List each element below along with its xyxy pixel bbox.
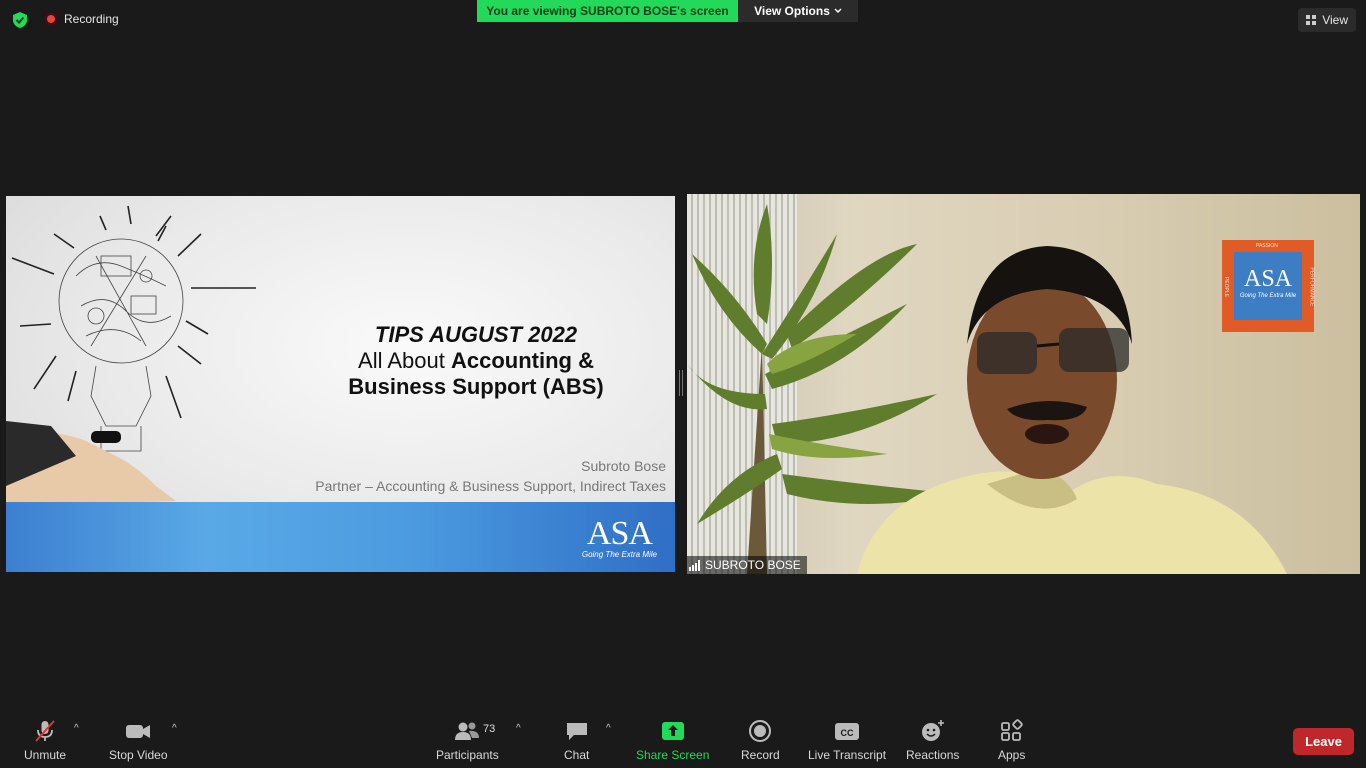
speaker-video-tile[interactable]: PASSION PEOPLE PERFORMANCE ASA Going The… <box>687 194 1360 574</box>
reactions-emoji-icon <box>921 720 944 741</box>
slide-title: TIPS AUGUST 2022 All About Accounting & … <box>306 322 646 400</box>
connection-signal-icon <box>689 559 700 571</box>
live-transcript-label: Live Transcript <box>808 748 887 762</box>
viewing-screen-banner: You are viewing SUBROTO BOSE's screen <box>477 0 738 22</box>
shared-screen-slide[interactable]: TIPS AUGUST 2022 All About Accounting & … <box>6 196 675 572</box>
slide-presenter-role: Partner – Accounting & Business Support,… <box>315 478 666 494</box>
svg-text:CC: CC <box>841 728 854 738</box>
participant-name-tag: SUBROTO BOSE <box>687 556 807 574</box>
record-button[interactable]: Record <box>741 719 780 762</box>
slide-title-line2-bold: Accounting & <box>450 348 594 373</box>
split-view-divider-handle[interactable] <box>679 370 683 396</box>
grid-view-icon <box>1306 15 1317 25</box>
apps-button[interactable]: Apps <box>998 719 1025 762</box>
share-screen-label: Share Screen <box>636 748 710 762</box>
slide-presenter-name: Subroto Bose <box>581 458 666 474</box>
asa-logo-tagline: Going The Extra Mile <box>581 550 657 559</box>
recording-indicator[interactable]: Recording <box>44 12 119 26</box>
view-button-label: View <box>1322 13 1348 27</box>
poster-top-text: PASSION <box>1256 243 1278 249</box>
share-screen-icon <box>661 722 684 740</box>
share-screen-button[interactable]: Share Screen <box>636 719 709 762</box>
asa-poster: PASSION PEOPLE PERFORMANCE ASA Going The… <box>1222 240 1314 332</box>
slide-title-line2: All About Accounting & <box>306 348 646 374</box>
chat-button[interactable]: Chat <box>564 719 589 762</box>
poster-logo-text: ASA <box>1243 266 1292 292</box>
poster-logo-panel: ASA Going The Extra Mile <box>1234 252 1302 320</box>
participants-options-caret-icon[interactable]: ^ <box>516 723 521 734</box>
participants-icon <box>455 722 480 740</box>
video-options-caret-icon[interactable]: ^ <box>172 723 177 734</box>
slide-footer-band: ASA Going The Extra Mile <box>6 502 675 572</box>
chevron-down-icon <box>834 8 842 14</box>
chat-label: Chat <box>564 748 590 762</box>
participant-name: SUBROTO BOSE <box>705 558 801 572</box>
closed-caption-icon: CC <box>835 723 860 740</box>
view-button[interactable]: View <box>1298 8 1356 32</box>
recording-icon <box>44 12 58 26</box>
poster-logo-tagline: Going The Extra Mile <box>1239 293 1297 299</box>
view-options-label: View Options <box>754 4 830 18</box>
poster-left-text: PEOPLE <box>1223 276 1230 298</box>
asa-logo-text: ASA <box>586 515 653 552</box>
apps-icon <box>1000 719 1023 741</box>
unmute-label: Unmute <box>24 748 67 762</box>
live-transcript-button[interactable]: CC Live Transcript <box>808 719 886 762</box>
viewing-banner-text: You are viewing SUBROTO BOSE's screen <box>486 4 729 18</box>
slide-presenter-info: Subroto Bose Partner – Accounting & Busi… <box>315 456 666 496</box>
slide-title-line3: Business Support (ABS) <box>348 374 604 399</box>
slide-title-line2-prefix: All About <box>358 348 451 373</box>
participants-count-badge: 73 <box>483 723 496 735</box>
slide-title-line1: TIPS AUGUST 2022 <box>374 322 578 347</box>
reactions-button[interactable]: Reactions <box>906 719 959 762</box>
leave-meeting-button[interactable]: Leave <box>1293 728 1354 755</box>
leave-label: Leave <box>1305 734 1342 749</box>
view-options-button[interactable]: View Options <box>738 0 858 22</box>
record-label: Record <box>741 748 780 762</box>
lightbulb-sketch-image <box>6 205 256 506</box>
stop-video-label: Stop Video <box>109 748 168 762</box>
stop-video-button[interactable]: Stop Video <box>109 719 168 762</box>
security-shield-icon[interactable] <box>11 11 29 29</box>
record-icon <box>749 720 772 742</box>
microphone-muted-icon <box>35 720 55 742</box>
chat-bubble-icon <box>566 723 587 740</box>
participants-label: Participants <box>436 748 499 762</box>
unmute-button[interactable]: Unmute <box>24 719 66 762</box>
apps-label: Apps <box>998 748 1026 762</box>
audio-options-caret-icon[interactable]: ^ <box>74 723 79 734</box>
reactions-label: Reactions <box>906 748 960 762</box>
asa-logo: ASA Going The Extra Mile <box>581 515 657 560</box>
meeting-toolbar: Unmute ^ Stop Video ^ Participants 73 ^ … <box>0 713 1366 768</box>
recording-label: Recording <box>64 12 119 26</box>
chat-options-caret-icon[interactable]: ^ <box>606 723 611 734</box>
video-camera-icon <box>126 725 151 738</box>
poster-right-text: PERFORMANCE <box>1308 267 1315 307</box>
